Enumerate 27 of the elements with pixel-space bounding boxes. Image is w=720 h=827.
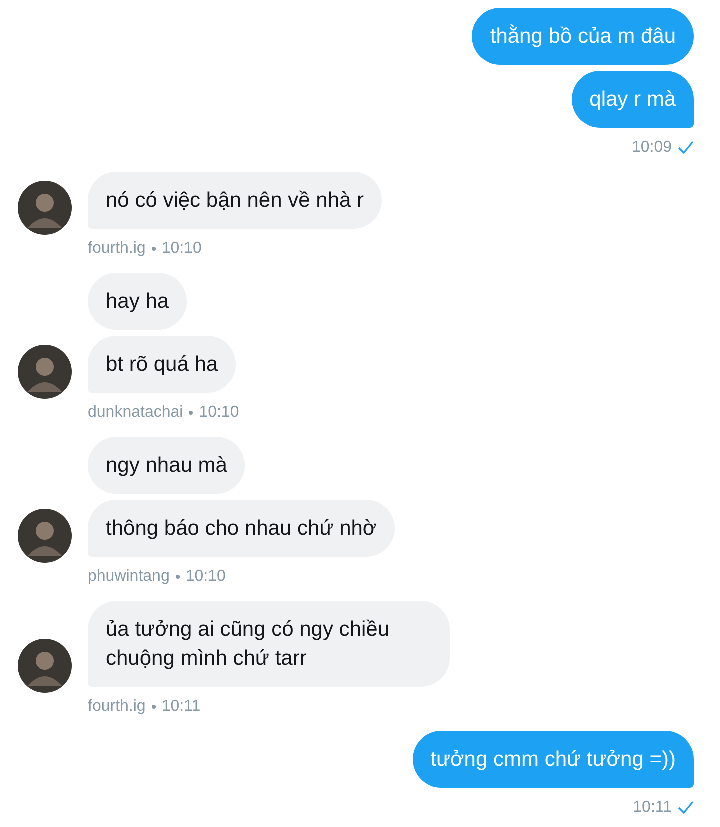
message-time: 10:10 xyxy=(199,403,240,423)
message-bubble: bt rõ quá ha xyxy=(88,336,236,393)
message-time: 10:10 xyxy=(186,567,226,587)
message-time: 10:10 xyxy=(162,239,202,259)
message-bubble: hay ha xyxy=(88,273,188,330)
sender-name: fourth.ig xyxy=(88,697,146,717)
separator-dot xyxy=(152,705,156,709)
message-time: 10:09 xyxy=(632,138,672,158)
avatar xyxy=(18,345,72,399)
sender-name: fourth.ig xyxy=(88,239,146,259)
message-bubble: qlay r mà xyxy=(572,71,694,128)
message-time: 10:11 xyxy=(162,697,201,717)
avatar xyxy=(18,509,72,563)
message-bubble: nó có việc bận nên về nhà r xyxy=(88,172,382,229)
message-bubble: ngy nhau mà xyxy=(88,437,246,494)
sender-name: dunknatachai xyxy=(88,403,184,423)
sender-name: phuwintang xyxy=(88,567,170,587)
message-bubble: thông báo cho nhau chứ nhờ xyxy=(88,500,395,557)
message-time: 10:11 xyxy=(633,798,672,818)
avatar xyxy=(18,181,72,235)
message-bubble: ủa tưởng ai cũng có ngy chiều chuộng mình chứ tarr xyxy=(88,601,450,687)
message-bubble: thằng bồ của m đâu xyxy=(472,8,694,65)
separator-dot xyxy=(189,411,194,415)
avatar xyxy=(18,639,72,693)
message-bubble: tưởng cmm chứ tưởng =)) xyxy=(412,731,694,788)
separator-dot xyxy=(176,575,180,579)
separator-dot xyxy=(152,247,156,251)
